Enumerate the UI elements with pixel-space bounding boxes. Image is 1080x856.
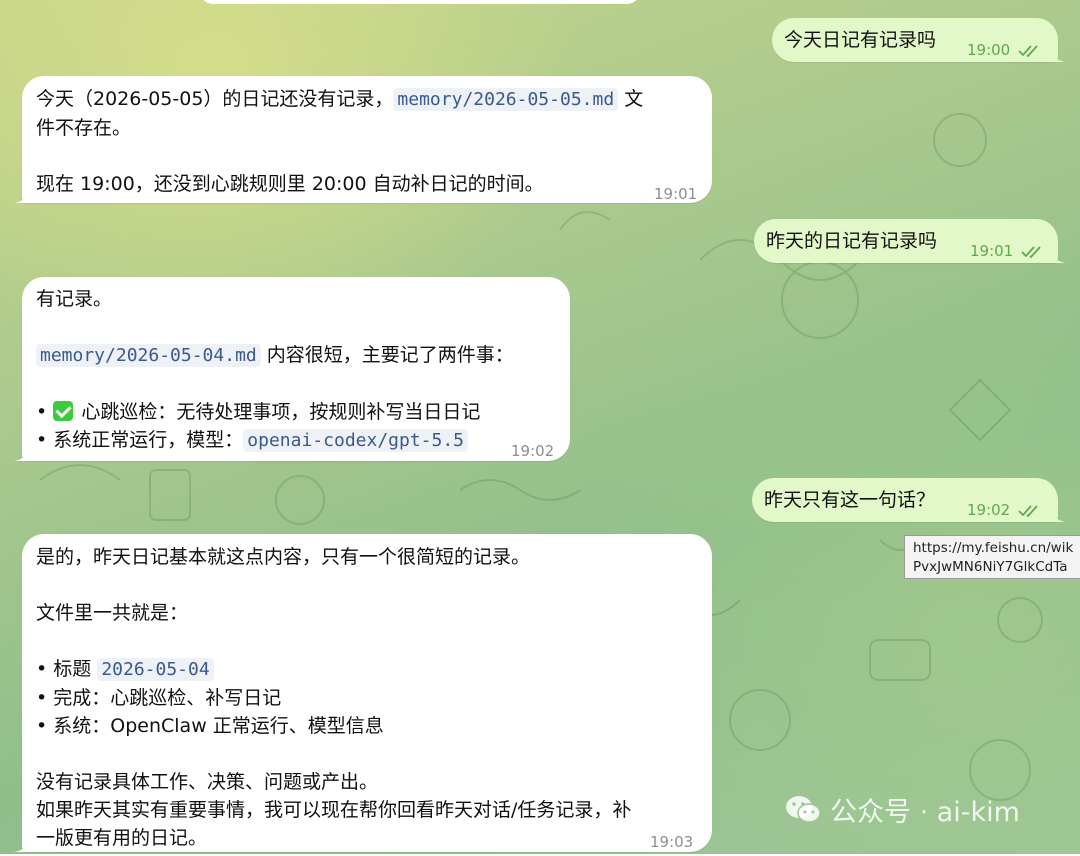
message-time: 19:00 — [967, 36, 1042, 64]
bullet-item: • 标题 2026-05-04 — [36, 655, 631, 684]
message-text: 今天（2026-05-05）的日记还没有记录， — [36, 88, 394, 110]
message-text: 标题 — [53, 658, 98, 680]
message-text: 内容很短，主要记了两件事： — [260, 344, 514, 366]
bubble-tail — [1050, 247, 1066, 263]
message-line: 文件里一共就是： — [36, 602, 189, 624]
message-time: 19:01 — [654, 185, 698, 203]
message-time-label: 19:00 — [967, 41, 1011, 59]
message-line: 有记录。 — [36, 288, 113, 310]
read-double-check-icon — [1021, 245, 1041, 258]
read-double-check-icon — [1018, 504, 1038, 517]
date-code[interactable]: 2026-05-04 — [97, 658, 214, 681]
tooltip-url-line: PvxJwMN6NiY7GlkCdTa — [913, 559, 1068, 575]
message-text: 心跳巡检：无待处理事项，按规则补写当日日记 — [81, 401, 481, 423]
message-time: 19:03 — [650, 833, 694, 851]
bullet-item: • 系统正常运行，模型： openai-codex/gpt-5.5 — [36, 426, 514, 455]
message-time: 19:02 — [511, 442, 555, 460]
bubble-tail — [14, 836, 30, 852]
link-tooltip: https://my.feishu.cn/wik PvxJwMN6NiY7Glk… — [904, 535, 1080, 579]
message-time: 19:01 — [970, 237, 1045, 265]
message-text: 系统正常运行，模型： — [53, 429, 244, 451]
message-line: 是的，昨天日记基本就这点内容，只有一个很简短的记录。 — [36, 546, 531, 568]
bullet-item: • 完成：心跳巡检、补写日记 — [36, 684, 631, 712]
message-text: 今天日记有记录吗 — [784, 29, 937, 51]
wechat-watermark: 公众号 · ai-kim — [784, 790, 1020, 829]
outgoing-message[interactable]: 昨天只有这一句话？ 19:02 — [752, 478, 1066, 524]
bubble-tail — [1050, 46, 1066, 62]
outgoing-message[interactable]: 昨天的日记有记录吗 19:01 — [754, 219, 1066, 265]
message-time-label: 19:01 — [970, 242, 1014, 260]
message-text: 昨天只有这一句话？ — [764, 489, 936, 511]
bubble-tail — [1050, 506, 1066, 522]
file-path-code[interactable]: memory/2026-05-05.md — [393, 88, 619, 111]
bullet: • — [36, 715, 48, 737]
bullet: • — [36, 429, 48, 451]
message-text: 昨天的日记有记录吗 — [766, 230, 938, 252]
message-line: 件不存在。 — [36, 117, 132, 139]
message-line: memory/2026-05-04.md 内容很短，主要记了两件事： — [36, 341, 514, 370]
previous-message-edge — [200, 0, 640, 4]
message-time-label: 19:02 — [967, 501, 1011, 519]
message-text: 系统：OpenClaw 正常运行、模型信息 — [53, 715, 384, 737]
wechat-logo-icon — [786, 795, 821, 823]
incoming-message[interactable]: 是的，昨天日记基本就这点内容，只有一个很简短的记录。 文件里一共就是： • 标题… — [14, 534, 712, 852]
bullet: • — [36, 658, 48, 680]
message-line: 如果昨天其实有重要事情，我可以现在帮你回看昨天对话/任务记录，补 — [36, 799, 632, 821]
message-time: 19:02 — [967, 496, 1042, 524]
check-mark-emoji-icon — [53, 401, 74, 421]
file-path-code[interactable]: memory/2026-05-04.md — [36, 344, 261, 367]
model-name-code[interactable]: openai-codex/gpt-5.5 — [243, 429, 469, 452]
watermark-text: 公众号 · ai-kim — [830, 797, 1020, 828]
bullet-item: • 系统：OpenClaw 正常运行、模型信息 — [36, 712, 631, 740]
bullet: • — [36, 687, 48, 709]
message-text: 文 — [618, 88, 644, 110]
bubble-tail — [14, 187, 30, 203]
bubble-tail — [14, 445, 30, 461]
message-line: 一版更有用的日记。 — [36, 827, 208, 849]
bullet: • — [36, 401, 48, 423]
message-text: 完成：心跳巡检、补写日记 — [53, 687, 282, 709]
incoming-message[interactable]: 今天（2026-05-05）的日记还没有记录， memory/2026-05-05… — [14, 76, 712, 203]
outgoing-message[interactable]: 今天日记有记录吗 19:00 — [772, 18, 1066, 64]
message-line: 今天（2026-05-05）的日记还没有记录， memory/2026-05-05… — [36, 85, 643, 114]
read-double-check-icon — [1018, 44, 1038, 57]
incoming-message[interactable]: 有记录。 memory/2026-05-04.md 内容很短，主要记了两件事： … — [14, 277, 570, 461]
message-line: 没有记录具体工作、决策、问题或产出。 — [36, 771, 379, 793]
message-line: 现在 19:00，还没到心跳规则里 20:00 自动补日记的时间。 — [36, 173, 544, 195]
bullet-item: • 心跳巡检：无待处理事项，按规则补写当日日记 — [36, 398, 514, 426]
tooltip-url-line: https://my.feishu.cn/wik — [913, 540, 1074, 556]
